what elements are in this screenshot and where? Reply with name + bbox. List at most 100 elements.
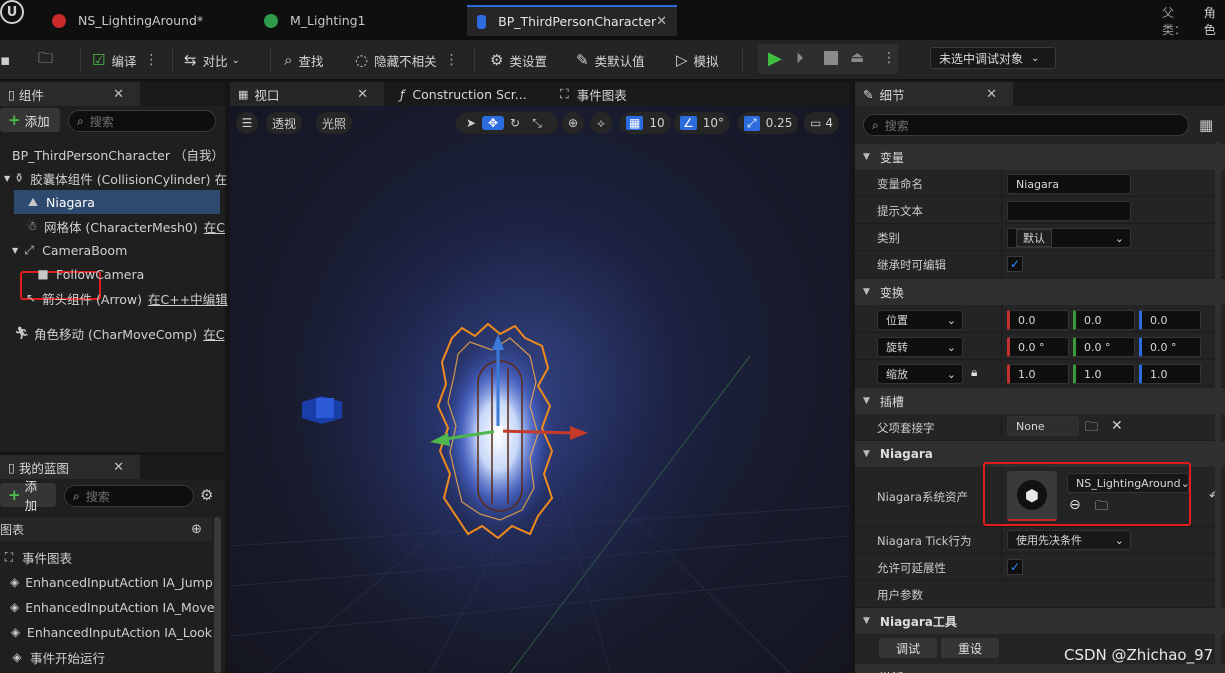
location-z-input[interactable]: 0.0: [1139, 310, 1201, 330]
tab-bp-third-person-character[interactable]: BP_ThirdPersonCharacter ✕: [467, 5, 677, 36]
rotation-y-input[interactable]: 0.0 °: [1073, 337, 1135, 357]
location-y-input[interactable]: 0.0: [1073, 310, 1135, 330]
graph-item-ia-look[interactable]: ◈ EnhancedInputAction IA_Look: [10, 620, 212, 644]
section-niagara-tools[interactable]: ▼ Niagara工具: [855, 608, 1225, 634]
class-defaults-button[interactable]: ✎ 类默认值: [576, 40, 645, 80]
world-local-toggle[interactable]: ⊕: [562, 112, 584, 134]
tree-item-arrow[interactable]: ↖ 箭头组件 (Arrow) 在C++中编辑: [26, 286, 228, 310]
section-activation[interactable]: ▼ 激活: [855, 664, 1225, 673]
tab-m-lighting1[interactable]: M_Lighting1: [254, 5, 464, 36]
tab-construction-script[interactable]: ƒ Construction Scr...: [392, 82, 542, 106]
compile-button[interactable]: ☑ 编译 ⋮: [92, 40, 158, 80]
tab-ns-lighting-around[interactable]: NS_LightingAround*: [42, 5, 257, 36]
close-icon[interactable]: ✕: [978, 87, 1005, 102]
tree-item-mesh[interactable]: ☃ 网格体 (CharacterMesh0) 在C: [26, 214, 225, 238]
rotation-dropdown[interactable]: 旋转 ⌄: [877, 337, 963, 357]
chevron-down-icon[interactable]: ▼: [4, 174, 10, 183]
variable-name-input[interactable]: Niagara: [1007, 174, 1131, 194]
gear-icon[interactable]: ⚙: [200, 486, 213, 504]
debug-target-select[interactable]: 未选中调试对象 ⌄: [930, 47, 1056, 69]
close-icon[interactable]: ✕: [656, 14, 667, 29]
close-icon[interactable]: ✕: [105, 87, 132, 102]
graph-item-event-graph[interactable]: ⛶ 事件图表: [2, 545, 212, 569]
lit-button[interactable]: 光照: [316, 112, 353, 134]
unreal-logo-icon[interactable]: U: [0, 0, 24, 24]
simulate-button[interactable]: ▷ 模拟: [676, 40, 719, 80]
surface-snap-button[interactable]: ⟡: [590, 112, 612, 134]
tree-item-followcamera[interactable]: ■ FollowCamera: [36, 262, 225, 286]
tree-item-cameraboom[interactable]: ▼ ⤢ CameraBoom: [12, 238, 225, 262]
play-icon[interactable]: ▶: [768, 48, 782, 69]
rotation-snap-button[interactable]: ∠ 10°: [674, 112, 731, 134]
rotation-z-input[interactable]: 0.0 °: [1139, 337, 1201, 357]
rotation-x-input[interactable]: 0.0 °: [1007, 337, 1069, 357]
step-icon[interactable]: ⏵: [796, 49, 804, 67]
browse-socket-icon[interactable]: 🗀: [1085, 418, 1098, 440]
tab-event-graph[interactable]: ⛶ 事件图表: [552, 82, 692, 106]
add-blueprint-item-button[interactable]: + 添加: [0, 479, 56, 513]
reset-button[interactable]: 重设: [941, 638, 999, 658]
viewport-menu-button[interactable]: ☰: [236, 112, 258, 134]
select-arrow-icon[interactable]: ➤: [460, 116, 482, 130]
close-icon[interactable]: ✕: [349, 87, 376, 102]
clear-icon[interactable]: ✕: [1111, 418, 1123, 434]
scale-y-input[interactable]: 1.0: [1073, 364, 1135, 384]
camera-speed-button[interactable]: ▭ 4: [804, 112, 839, 134]
tab-my-blueprint[interactable]: ▯ 我的蓝图 ✕: [0, 455, 140, 479]
find-button[interactable]: ⌕ 查找: [284, 40, 323, 80]
rotate-icon[interactable]: ↻: [504, 116, 526, 130]
browse-button[interactable]: 🗀: [38, 40, 59, 80]
scrollbar[interactable]: [214, 517, 221, 673]
save-button[interactable]: ▪: [0, 40, 16, 80]
scalability-checkbox[interactable]: ✓: [1007, 559, 1023, 575]
location-dropdown[interactable]: 位置 ⌄: [877, 310, 963, 330]
location-x-input[interactable]: 0.0: [1007, 310, 1069, 330]
class-settings-button[interactable]: ⚙ 类设置: [490, 40, 547, 80]
scale-z-input[interactable]: 1.0: [1139, 364, 1201, 384]
scrollbar[interactable]: [1215, 142, 1221, 673]
components-search-input[interactable]: ⌕ 搜索: [68, 110, 216, 132]
category-dropdown[interactable]: 默认 ⌄: [1007, 228, 1131, 248]
scale-icon[interactable]: ⤡: [526, 116, 548, 131]
viewport[interactable]: ☰ 透视 光照 ➤ ✥ ↻ ⤡ ⊕ ⟡ ▦ 10 ∠ 10° ⤢ 0.25 ▭ …: [230, 106, 850, 673]
scale-dropdown[interactable]: 缩放 ⌄: [877, 364, 963, 384]
hide-unrelated-button[interactable]: ◌ 隐藏不相关 ⋮: [355, 40, 459, 80]
property-matrix-icon[interactable]: ▦: [1199, 116, 1213, 134]
more-options-icon[interactable]: ⋮: [445, 52, 459, 68]
section-transform[interactable]: ▼ 变换: [855, 279, 1225, 305]
graph-item-ia-jump[interactable]: ◈ EnhancedInputAction IA_Jump: [10, 570, 213, 594]
add-component-button[interactable]: + 添加: [0, 108, 60, 132]
editable-checkbox[interactable]: ✓: [1007, 256, 1023, 272]
eject-icon[interactable]: ⏏: [850, 48, 864, 66]
section-sockets[interactable]: ▼ 插槽: [855, 388, 1225, 414]
section-variable[interactable]: ▼ 变量: [855, 144, 1225, 170]
stop-icon[interactable]: [824, 51, 838, 65]
more-options-icon[interactable]: ⋮: [144, 52, 158, 68]
tab-viewport[interactable]: ▦ 视口 ✕: [230, 82, 384, 106]
diff-button[interactable]: ⇆ 对比 ⌄: [184, 40, 240, 80]
perspective-button[interactable]: 透视: [266, 112, 303, 134]
close-icon[interactable]: ✕: [105, 460, 132, 475]
move-icon[interactable]: ✥: [482, 116, 504, 130]
parent-socket-value[interactable]: None: [1007, 416, 1079, 436]
tab-details[interactable]: ✎ 细节 ✕: [855, 82, 1013, 106]
details-search-input[interactable]: ⌕ 搜索: [863, 114, 1189, 136]
blueprint-search-input[interactable]: ⌕ 搜索: [64, 485, 194, 507]
tab-components[interactable]: ▯ 组件 ✕: [0, 82, 140, 106]
tooltip-input[interactable]: [1007, 201, 1131, 221]
more-options-icon[interactable]: ⋮: [882, 50, 896, 66]
tree-item-root[interactable]: BP_ThirdPersonCharacter （自我）: [12, 142, 225, 166]
scale-snap-button[interactable]: ⤢ 0.25: [738, 112, 799, 134]
graphs-section-header[interactable]: 图表 ⊕: [0, 517, 212, 541]
graph-item-begin-play[interactable]: ◈ 事件开始运行: [10, 645, 212, 669]
tree-item-niagara[interactable]: ⛰ Niagara: [14, 190, 220, 214]
tree-item-charmove[interactable]: 🏃︎ 角色移动 (CharMoveComp) 在C: [14, 321, 225, 345]
lock-icon[interactable]: 🔒︎: [971, 365, 977, 380]
graph-item-ia-move[interactable]: ◈ EnhancedInputAction IA_Move: [10, 595, 215, 619]
chevron-down-icon[interactable]: ▼: [12, 246, 18, 255]
grid-snap-button[interactable]: ▦ 10: [620, 112, 671, 134]
debug-button[interactable]: 调试: [879, 638, 937, 658]
tree-item-capsule[interactable]: ▼ ⚱ 胶囊体组件 (CollisionCylinder) 在: [4, 166, 227, 190]
tick-behavior-dropdown[interactable]: 使用先决条件 ⌄: [1007, 530, 1131, 550]
parent-class-value[interactable]: 角色: [1204, 4, 1225, 38]
